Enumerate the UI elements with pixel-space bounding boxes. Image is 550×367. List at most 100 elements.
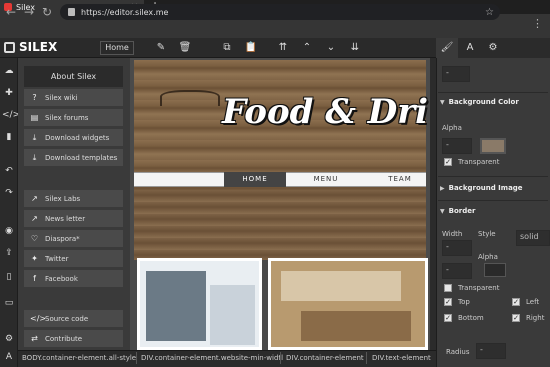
menu-item-twitter[interactable]: ✦ Twitter — [24, 250, 123, 268]
menu-item-source-code[interactable]: </> Source code — [24, 310, 123, 328]
restaurant-interior-card[interactable] — [268, 258, 428, 350]
contribute-icon: ⇄ — [31, 334, 38, 343]
cloud-icon[interactable]: ☁ — [2, 64, 16, 78]
facebook-icon: f — [33, 274, 36, 283]
home-page-button[interactable]: Home — [100, 41, 134, 55]
site-nav-home[interactable]: HOME — [224, 172, 286, 187]
file-icon[interactable]: ▮ — [2, 130, 16, 144]
copy-icon[interactable]: ⧉ — [220, 41, 234, 55]
background-color-header[interactable]: ▼ Background Color — [440, 98, 519, 106]
menu-item-download-widgets[interactable]: ⤓ Download widgets — [24, 129, 123, 147]
radius-label: Radius — [446, 348, 470, 356]
move-up-icon[interactable]: ⌃ — [300, 41, 314, 55]
code-icon: </> — [30, 314, 47, 323]
url-text: https://editor.silex.me — [81, 7, 169, 17]
border-color-swatch[interactable] — [484, 263, 506, 277]
about-silex[interactable]: About Silex — [24, 66, 123, 88]
app-name: SILEX — [19, 40, 58, 54]
border-style-select[interactable]: solid — [516, 230, 550, 246]
menu-item-silex-wiki[interactable]: ? Silex wiki — [24, 89, 123, 107]
font-icon[interactable]: A — [459, 38, 481, 58]
url-field[interactable]: https://editor.silex.me ☆ — [60, 4, 500, 20]
border-transparent-checkbox[interactable] — [444, 284, 452, 292]
download-icon: ⤓ — [32, 132, 37, 142]
bg-alpha-field[interactable]: - — [442, 138, 472, 154]
expand-icon: ▶ — [440, 184, 445, 192]
forward-icon[interactable]: → — [22, 4, 36, 20]
menu-item-news-letter[interactable]: ↗ News letter — [24, 210, 123, 228]
move-to-bottom-icon[interactable]: ⇊ — [348, 41, 362, 55]
border-width-label: Width — [442, 230, 463, 238]
breadcrumb-item[interactable]: DIV.container-element — [286, 350, 364, 367]
breadcrumb-item[interactable]: DIV.container-element.website-min-widtl — [141, 350, 283, 367]
text-icon[interactable]: A — [2, 350, 16, 364]
photo-shape — [301, 311, 411, 341]
eye-icon[interactable]: ◉ — [2, 224, 16, 238]
left-icon-rail — [0, 58, 18, 367]
menu-item-facebook[interactable]: f Facebook — [24, 270, 123, 288]
breadcrumb-item[interactable]: DIV.text-element — [372, 350, 431, 367]
forum-icon: ▤ — [30, 113, 39, 122]
restaurant-photo-card[interactable] — [137, 258, 262, 350]
settings-icon[interactable]: ⚙ — [2, 332, 16, 346]
move-to-top-icon[interactable]: ⇈ — [276, 41, 290, 55]
redo-icon[interactable]: ↷ — [2, 186, 16, 200]
trash-icon[interactable]: 🗑 — [178, 41, 192, 55]
divider — [438, 92, 548, 93]
border-alpha-field[interactable]: - — [442, 263, 472, 279]
divider — [438, 176, 548, 177]
background-image-header[interactable]: ▶ Background Image — [440, 184, 523, 192]
site-nav-menu[interactable]: MENU — [300, 172, 352, 187]
top-value-field[interactable]: - — [442, 66, 470, 82]
breadcrumb-separator — [136, 352, 137, 364]
breadcrumb-item[interactable]: BODY.container-element.all-style — [22, 350, 136, 367]
publish-icon[interactable]: ⇪ — [2, 246, 16, 260]
border-top-label: Top — [458, 298, 470, 306]
silex-logo-icon — [4, 41, 15, 53]
external-link-icon: ↗ — [31, 194, 38, 203]
move-down-icon[interactable]: ⌄ — [324, 41, 338, 55]
border-alpha-label: Alpha — [478, 253, 498, 261]
photo-shape — [281, 271, 401, 301]
border-bottom-label: Bottom — [458, 314, 484, 322]
bg-transparent-checkbox[interactable] — [444, 158, 452, 166]
back-icon[interactable]: ← — [4, 4, 18, 20]
border-header[interactable]: ▼ Border — [440, 207, 475, 215]
paste-icon[interactable]: 📋 — [244, 41, 258, 55]
menu-item-download-templates[interactable]: ⤓ Download templates — [24, 149, 123, 167]
menu-item-silex-forums[interactable]: ▤ Silex forums — [24, 109, 123, 127]
external-link-icon: ↗ — [31, 214, 38, 223]
collapse-icon: ▼ — [440, 207, 445, 215]
undo-icon[interactable]: ↶ — [2, 164, 16, 178]
download-icon: ⤓ — [32, 152, 37, 162]
lower-wood-background[interactable] — [134, 190, 426, 260]
menu-item-silex-labs[interactable]: ↗ Silex Labs — [24, 190, 123, 208]
desktop-icon[interactable]: ▭ — [2, 296, 16, 310]
bg-color-swatch[interactable] — [480, 138, 506, 154]
radius-field[interactable]: - — [476, 343, 506, 359]
site-title[interactable]: Food & Dri — [222, 92, 428, 132]
menu-item-contribute[interactable]: ⇄ Contribute — [24, 330, 123, 348]
border-top-checkbox[interactable] — [444, 298, 452, 306]
border-left-checkbox[interactable] — [512, 298, 520, 306]
reload-icon[interactable]: ↻ — [40, 4, 54, 20]
site-nav-team[interactable]: TEAM — [372, 172, 428, 187]
plus-icon[interactable]: ✚ — [2, 86, 16, 100]
divider — [438, 200, 548, 201]
bookmark-star-icon[interactable]: ☆ — [485, 7, 494, 18]
menu-item-diaspora[interactable]: ♡ Diaspora* — [24, 230, 123, 248]
pencil-icon[interactable]: ✎ — [154, 41, 168, 55]
border-right-checkbox[interactable] — [512, 314, 520, 322]
alpha-label: Alpha — [442, 124, 462, 132]
lock-icon — [68, 8, 75, 16]
browser-menu-icon[interactable]: ⋮ — [532, 17, 543, 30]
border-bottom-checkbox[interactable] — [444, 314, 452, 322]
brush-icon[interactable]: 🖌 — [436, 38, 458, 58]
code-icon[interactable]: </> — [2, 108, 20, 122]
mobile-icon[interactable]: ▯ — [2, 270, 16, 284]
transparent-label: Transparent — [458, 158, 500, 166]
breadcrumb-separator — [280, 352, 281, 364]
gear-icon[interactable]: ⚙ — [482, 38, 504, 58]
twitter-icon: ✦ — [31, 254, 38, 263]
border-width-field[interactable]: - — [442, 240, 472, 256]
